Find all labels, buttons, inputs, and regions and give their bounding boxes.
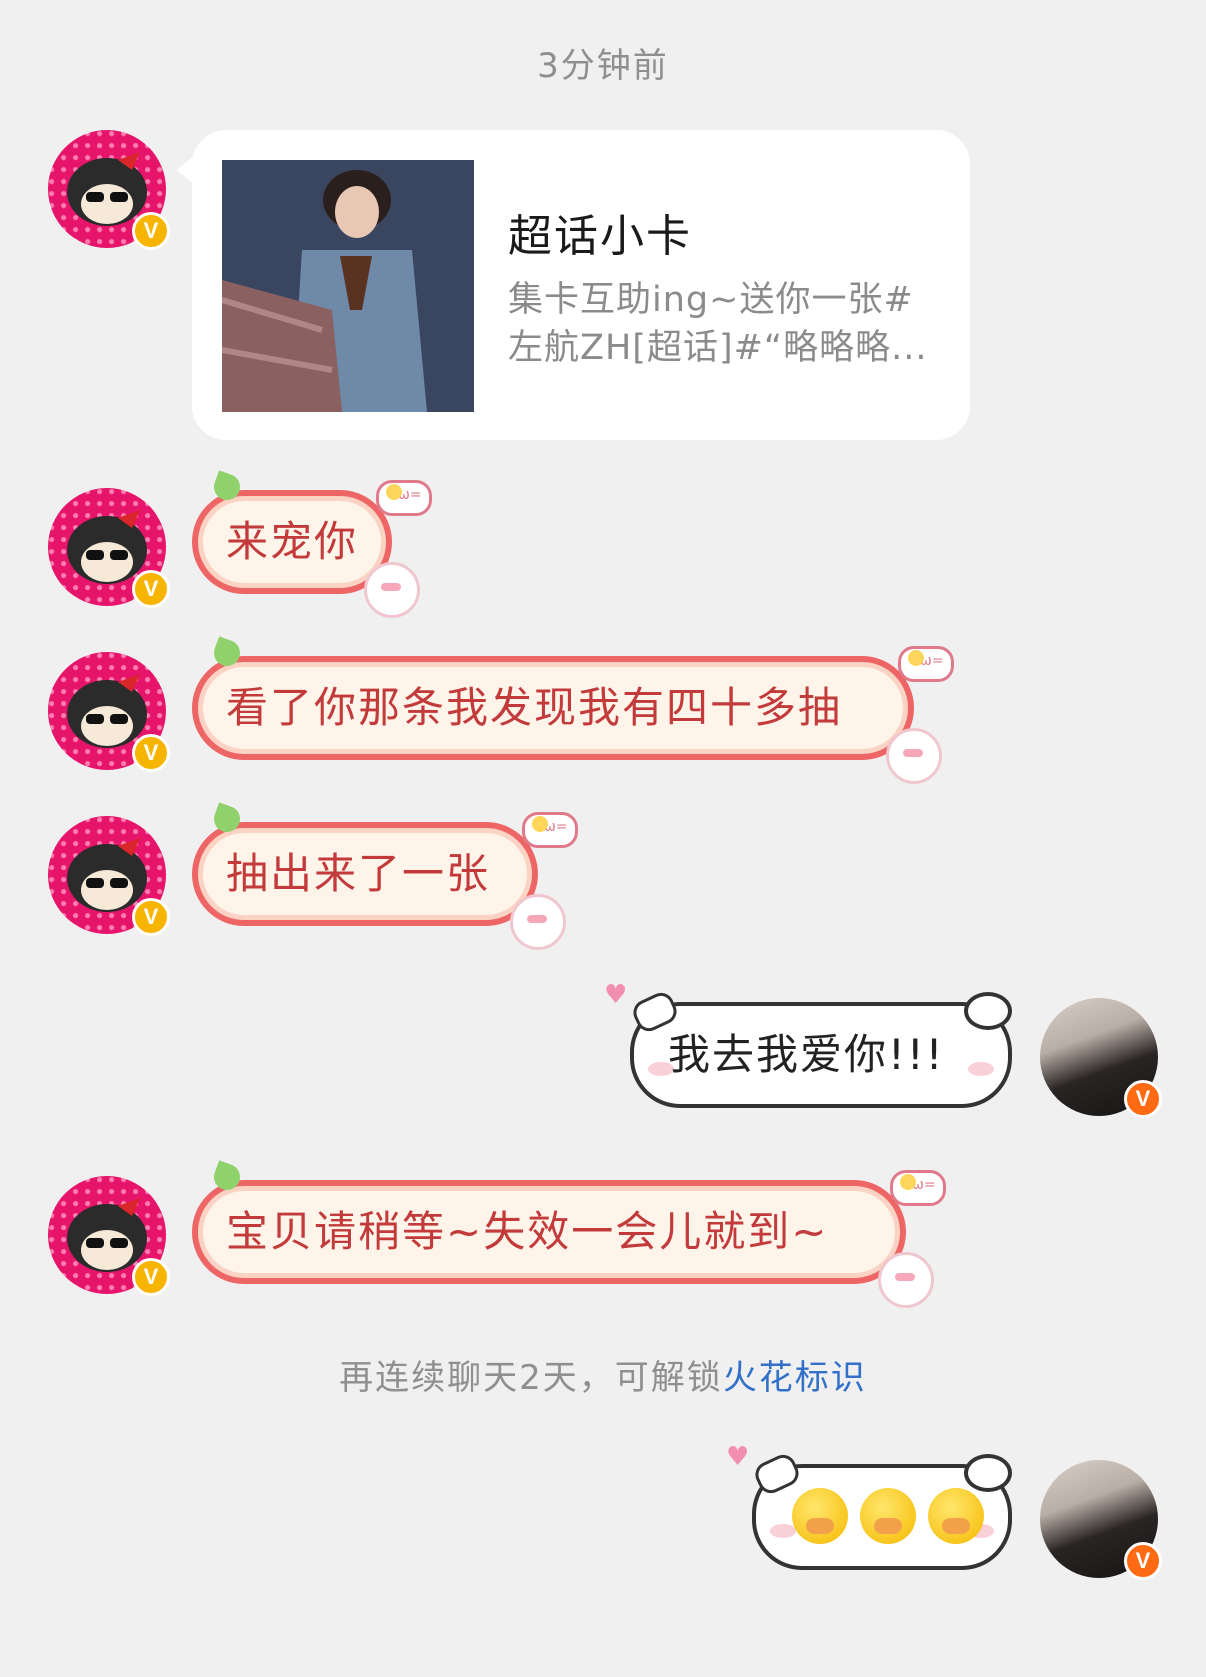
message-text: 宝贝请稍等~失效一会儿就到~ xyxy=(226,1207,829,1256)
flower-icon xyxy=(900,1174,916,1190)
flower-icon xyxy=(386,484,402,500)
cloud-face-icon: =ω= xyxy=(898,646,954,682)
flower-icon xyxy=(532,816,548,832)
bunny-icon xyxy=(364,562,420,618)
verified-badge-icon: V xyxy=(132,570,170,608)
card-photo xyxy=(222,160,474,412)
received-message-bubble[interactable]: 抽出来了一张 =ω= xyxy=(192,802,578,950)
received-message-bubble[interactable]: 宝贝请稍等~失效一会儿就到~ =ω= xyxy=(192,1160,946,1308)
bubble-ear-decoration xyxy=(964,1454,1012,1492)
crying-emoji-icon xyxy=(792,1488,848,1544)
bunny-icon xyxy=(886,728,942,784)
cloud-face-icon: =ω= xyxy=(522,812,578,848)
verified-badge-icon: V xyxy=(132,1258,170,1296)
flower-icon xyxy=(908,650,924,666)
sender-avatar[interactable]: V xyxy=(48,1176,170,1296)
streak-notice-text: 再连续聊天2天，可解锁 xyxy=(339,1358,723,1398)
cloud-face-icon: =ω= xyxy=(376,480,432,516)
spark-badge-link[interactable]: 火花标识 xyxy=(723,1358,867,1398)
card-title: 超话小卡 xyxy=(508,211,692,262)
heart-icon: ♥ xyxy=(604,980,628,1010)
message-text: 来宠你 xyxy=(226,517,359,566)
crying-emoji-icon xyxy=(860,1488,916,1544)
my-avatar[interactable]: V xyxy=(1040,1460,1162,1580)
verified-badge-icon: V xyxy=(1124,1080,1162,1118)
verified-badge-icon: V xyxy=(132,734,170,772)
bunny-icon xyxy=(510,894,566,950)
sender-avatar[interactable]: V xyxy=(48,130,170,250)
supertopic-card-message[interactable]: 超话小卡 集卡互助ing~送你一张#左航ZH[超话]#“略略略... xyxy=(176,130,970,440)
sender-avatar[interactable]: V xyxy=(48,488,170,608)
message-text: 抽出来了一张 xyxy=(226,849,491,898)
heart-icon: ♥ xyxy=(726,1442,750,1472)
received-message-bubble[interactable]: 来宠你 =ω= xyxy=(192,470,432,618)
my-avatar[interactable]: V xyxy=(1040,998,1162,1118)
verified-badge-icon: V xyxy=(132,898,170,936)
emoji-row xyxy=(786,1488,990,1544)
received-message-bubble[interactable]: 看了你那条我发现我有四十多抽 =ω= xyxy=(192,636,954,784)
blush-decoration xyxy=(968,1062,994,1076)
card-description: 集卡互助ing~送你一张#左航ZH[超话]#“略略略... xyxy=(508,280,928,368)
message-text: 我去我爱你!!! xyxy=(668,1030,945,1079)
sent-message-bubble[interactable]: ♥ 我去我爱你!!! xyxy=(604,982,1012,1108)
verified-badge-icon: V xyxy=(1124,1542,1162,1580)
bunny-icon xyxy=(878,1252,934,1308)
message-timestamp: 3分钟前 xyxy=(537,46,669,86)
crying-emoji-icon xyxy=(928,1488,984,1544)
sent-emoji-bubble[interactable]: ♥ xyxy=(726,1444,1012,1570)
message-text: 看了你那条我发现我有四十多抽 xyxy=(226,683,843,732)
streak-notice: 再连续聊天2天，可解锁火花标识 xyxy=(0,1350,1206,1399)
verified-badge-icon: V xyxy=(132,212,170,250)
bubble-ear-decoration xyxy=(964,992,1012,1030)
sender-avatar[interactable]: V xyxy=(48,652,170,772)
sender-avatar[interactable]: V xyxy=(48,816,170,936)
cloud-face-icon: =ω= xyxy=(890,1170,946,1206)
